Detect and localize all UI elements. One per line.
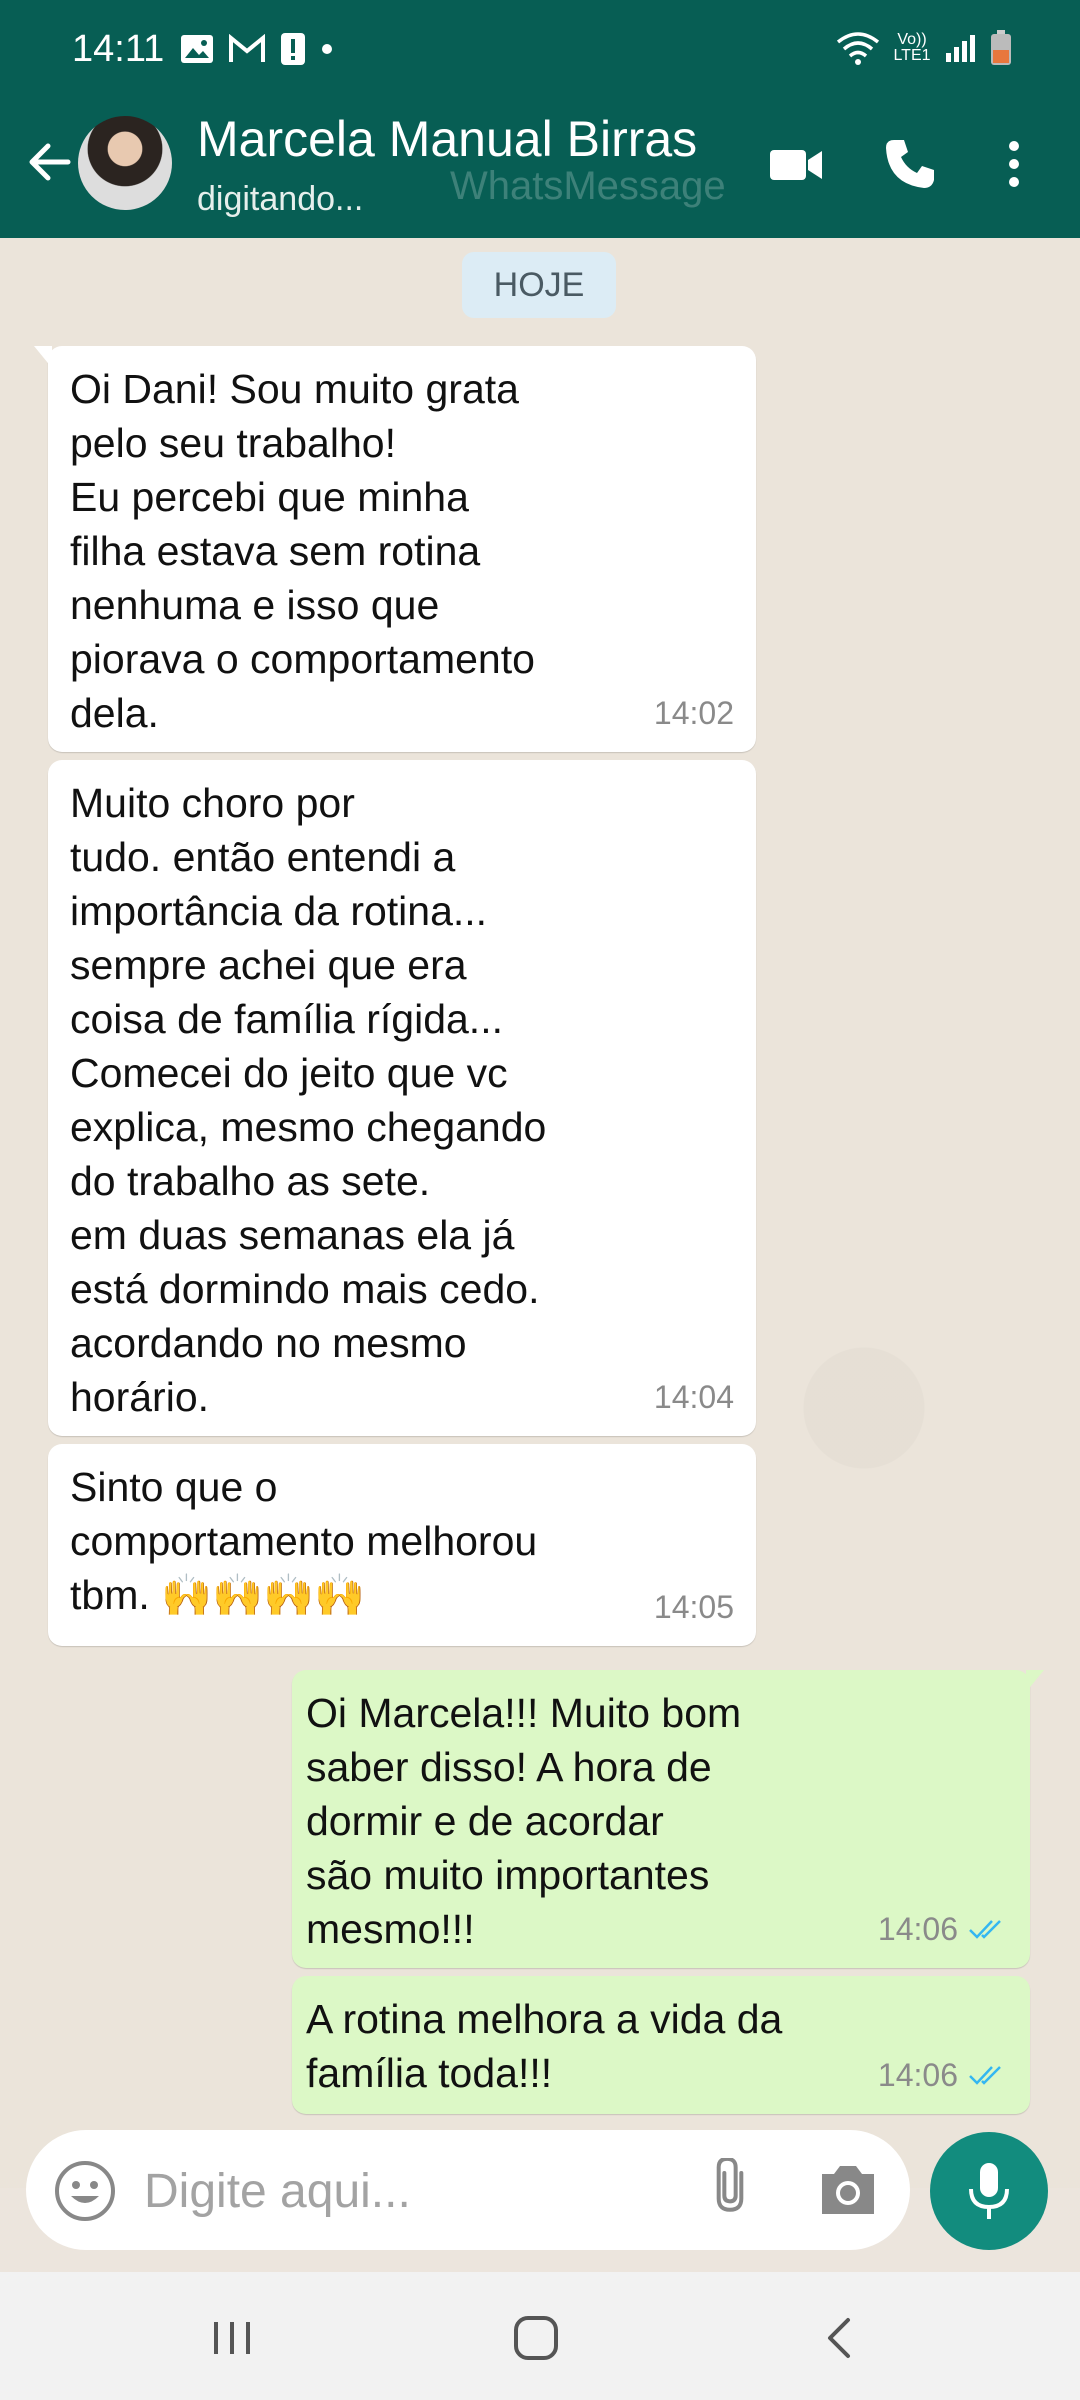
contact-status: digitando... bbox=[197, 180, 364, 218]
chat-header: Marcela Manual Birras digitando... Whats… bbox=[0, 92, 1080, 238]
home-icon[interactable] bbox=[506, 2308, 566, 2368]
gmail-icon bbox=[229, 34, 265, 62]
message-incoming[interactable]: Muito choro por tudo. então entendi a im… bbox=[48, 760, 756, 1436]
message-input-container[interactable]: Digite aqui... bbox=[26, 2130, 910, 2250]
message-outgoing[interactable]: Oi Marcela!!! Muito bom saber disso! A h… bbox=[292, 1670, 1044, 1968]
date-chip: HOJE bbox=[462, 252, 616, 318]
contact-name[interactable]: Marcela Manual Birras bbox=[197, 110, 697, 168]
status-right-icons: Vo)) LTE1 bbox=[836, 30, 1012, 66]
back-arrow-icon[interactable] bbox=[20, 132, 80, 192]
mic-button[interactable] bbox=[930, 2132, 1048, 2250]
bubble-tail bbox=[34, 346, 52, 368]
signal-icon bbox=[946, 35, 975, 62]
message-text: Oi Dani! Sou muito grata pelo seu trabal… bbox=[70, 366, 535, 736]
image-icon bbox=[181, 35, 213, 63]
chat-area[interactable]: HOJE Oi Dani! Sou muito grata pelo seu t… bbox=[0, 238, 1080, 2188]
message-time: 14:05 bbox=[653, 1589, 734, 1625]
double-check-icon bbox=[969, 2066, 1001, 2085]
message-incoming[interactable]: Oi Dani! Sou muito grata pelo seu trabal… bbox=[34, 346, 756, 752]
system-nav-bar bbox=[0, 2272, 1080, 2400]
message-meta: 14:06 bbox=[878, 1902, 1008, 1956]
double-check-icon bbox=[969, 1920, 1001, 1939]
volte-label: Vo)) LTE1 bbox=[893, 31, 931, 64]
input-bar: Digite aqui... bbox=[0, 2112, 1080, 2272]
status-bar: 14:11 Vo)) LTE1 bbox=[0, 0, 1080, 92]
camera-icon[interactable] bbox=[816, 2160, 880, 2220]
attach-icon[interactable] bbox=[698, 2158, 762, 2222]
more-vertical-icon[interactable] bbox=[984, 134, 1044, 194]
message-text: Sinto que o comportamento melhorou tbm. … bbox=[70, 1464, 538, 1618]
message-time: 14:06 bbox=[877, 2057, 958, 2093]
message-meta: 14:04 bbox=[654, 1370, 734, 1424]
emoji-icon[interactable] bbox=[52, 2158, 118, 2224]
recents-icon[interactable] bbox=[202, 2308, 262, 2368]
avatar[interactable] bbox=[78, 116, 172, 210]
battery-icon bbox=[991, 30, 1011, 65]
message-meta: 14:05 bbox=[654, 1580, 734, 1634]
message-time: 14:06 bbox=[877, 1911, 958, 1947]
message-meta: 14:06 bbox=[878, 2048, 1008, 2102]
message-input[interactable]: Digite aqui... bbox=[144, 2164, 411, 2219]
dot-icon bbox=[322, 44, 332, 54]
message-time: 14:02 bbox=[653, 695, 734, 731]
status-left-icons bbox=[180, 32, 334, 66]
message-time: 14:04 bbox=[653, 1379, 734, 1415]
status-time: 14:11 bbox=[72, 28, 165, 70]
phone-icon[interactable] bbox=[880, 134, 940, 194]
nav-back-icon[interactable] bbox=[810, 2308, 870, 2368]
wifi-icon bbox=[836, 32, 880, 65]
message-text: Muito choro por tudo. então entendi a im… bbox=[70, 780, 547, 1420]
message-incoming[interactable]: Sinto que o comportamento melhorou tbm. … bbox=[48, 1444, 756, 1646]
message-outgoing[interactable]: A rotina melhora a vida da família toda!… bbox=[292, 1976, 1030, 2114]
bubble-tail bbox=[1026, 1670, 1044, 1692]
mic-icon bbox=[969, 2163, 1009, 2219]
watermark: WhatsMessage bbox=[450, 164, 726, 208]
alert-icon bbox=[281, 33, 305, 65]
video-call-icon[interactable] bbox=[766, 134, 826, 194]
message-meta: 14:02 bbox=[654, 686, 734, 740]
